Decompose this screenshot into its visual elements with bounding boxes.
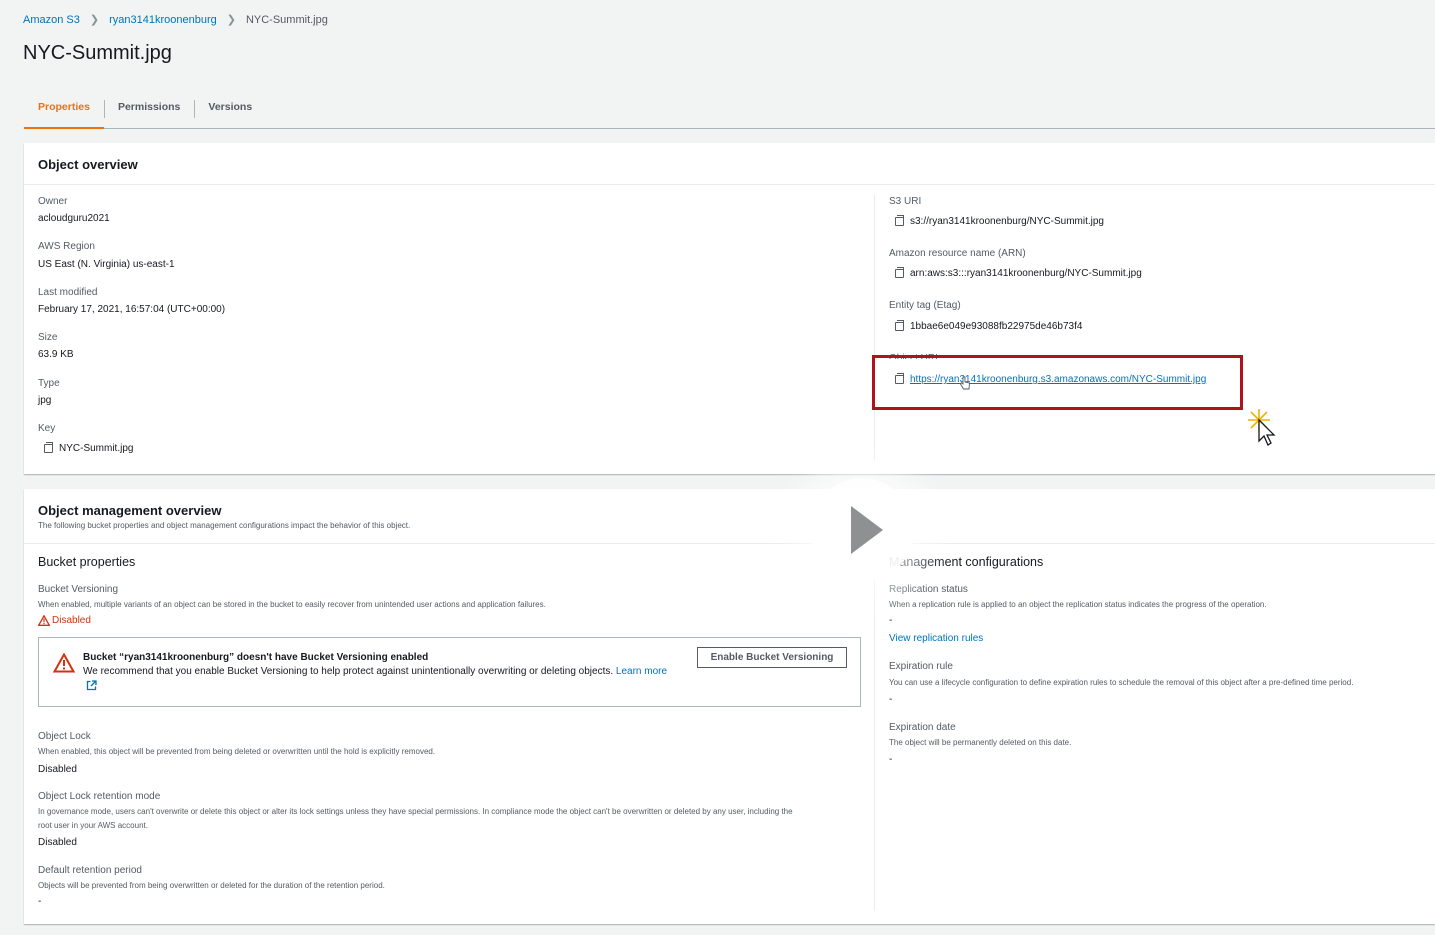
retention-period-value: - <box>38 896 42 907</box>
tab-permissions[interactable]: Permissions <box>103 92 194 128</box>
arn-value: arn:aws:s3:::ryan3141kroonenburg/NYC-Sum… <box>910 268 1142 279</box>
size-label: Size <box>38 332 58 343</box>
owner-value: acloudguru2021 <box>38 213 110 224</box>
object-management-subtitle: The following bucket properties and obje… <box>38 521 411 530</box>
key-row: NYC-Summit.jpg <box>38 442 134 454</box>
chevron-right-icon: ❯ <box>89 14 100 26</box>
object-overview-title: Object overview <box>38 157 138 172</box>
retention-period-desc: Objects will be prevented from being ove… <box>38 881 385 890</box>
object-overview-header: Object overview <box>24 143 1435 185</box>
copy-icon[interactable] <box>895 267 904 278</box>
play-icon <box>851 506 883 554</box>
object-overview-panel: Object overview Owner acloudguru2021 AWS… <box>24 143 1435 474</box>
enable-bucket-versioning-button[interactable]: Enable Bucket Versioning <box>697 647 847 668</box>
column-divider <box>874 553 875 911</box>
replication-status-value: - <box>889 615 893 626</box>
owner-label: Owner <box>38 196 68 207</box>
versioning-warning-body: We recommend that you enable Bucket Vers… <box>83 666 667 677</box>
breadcrumb-bucket-link[interactable]: ryan3141kroonenburg <box>109 14 217 26</box>
etag-label: Entity tag (Etag) <box>889 300 961 311</box>
s3-uri-label: S3 URI <box>889 196 922 207</box>
last-modified-value: February 17, 2021, 16:57:04 (UTC+00:00) <box>38 304 226 315</box>
page-title: NYC-Summit.jpg <box>23 42 172 64</box>
bucket-versioning-status-text: Disabled <box>52 615 91 626</box>
retention-mode-desc: In governance mode, users can't overwrit… <box>38 807 793 816</box>
bucket-versioning-label: Bucket Versioning <box>38 584 119 595</box>
retention-mode-label: Object Lock retention mode <box>38 791 161 802</box>
region-value: US East (N. Virginia) us-east-1 <box>38 259 175 270</box>
object-management-panel: Object management overview The following… <box>24 489 1435 924</box>
region-label: AWS Region <box>38 241 95 252</box>
object-lock-label: Object Lock <box>38 731 91 742</box>
bucket-properties-title: Bucket properties <box>38 555 136 569</box>
versioning-warning-alert: Bucket “ryan3141kroonenburg” doesn't hav… <box>38 637 861 707</box>
expiration-date-desc: The object will be permanently deleted o… <box>889 738 1072 747</box>
object-management-header: Object management overview The following… <box>24 489 1435 544</box>
type-value: jpg <box>38 395 52 406</box>
object-lock-desc: When enabled, this object will be preven… <box>38 747 436 756</box>
expiration-date-label: Expiration date <box>889 722 956 733</box>
type-label: Type <box>38 378 60 389</box>
expiration-rule-value: - <box>889 694 893 705</box>
tab-properties[interactable]: Properties <box>24 92 104 129</box>
object-management-title: Object management overview <box>38 503 222 518</box>
video-play-button[interactable] <box>810 478 914 582</box>
bucket-versioning-desc: When enabled, multiple variants of an ob… <box>38 600 546 609</box>
breadcrumb-current: NYC-Summit.jpg <box>245 13 328 26</box>
breadcrumb-root-link[interactable]: Amazon S3 <box>23 14 80 26</box>
etag-value: 1bbae6e049e93088fb22975de46b73f4 <box>910 321 1083 332</box>
view-replication-rules-link[interactable]: View replication rules <box>889 633 983 644</box>
s3-uri-value: s3://ryan3141kroonenburg/NYC-Summit.jpg <box>910 216 1104 227</box>
bucket-versioning-status: Disabled <box>38 615 91 626</box>
last-modified-label: Last modified <box>38 287 98 298</box>
object-lock-value: Disabled <box>38 764 77 775</box>
copy-icon[interactable] <box>44 442 53 453</box>
hand-cursor-icon <box>959 376 970 390</box>
copy-icon[interactable] <box>895 320 904 331</box>
tab-bar: Properties Permissions Versions <box>24 92 1435 129</box>
size-value: 63.9 KB <box>38 349 74 360</box>
versioning-warning-title: Bucket “ryan3141kroonenburg” doesn't hav… <box>83 652 429 663</box>
tab-versions[interactable]: Versions <box>194 92 266 128</box>
management-configurations-title: Management configurations <box>889 555 1044 569</box>
expiration-rule-desc: You can use a lifecycle configuration to… <box>889 678 1354 687</box>
replication-status-desc: When a replication rule is applied to an… <box>889 600 1267 609</box>
warning-icon <box>38 615 50 626</box>
etag-row: 1bbae6e049e93088fb22975de46b73f4 <box>889 320 1083 332</box>
arn-row: arn:aws:s3:::ryan3141kroonenburg/NYC-Sum… <box>889 267 1142 279</box>
object-url-highlight <box>872 355 1243 410</box>
breadcrumb: Amazon S3 ❯ ryan3141kroonenburg ❯ NYC-Su… <box>23 13 328 27</box>
key-value: NYC-Summit.jpg <box>59 443 134 454</box>
retention-mode-value: Disabled <box>38 837 77 848</box>
learn-more-link[interactable]: Learn more <box>616 666 667 677</box>
arn-label: Amazon resource name (ARN) <box>889 248 1026 259</box>
column-divider <box>874 195 875 461</box>
expiration-rule-label: Expiration rule <box>889 661 953 672</box>
chevron-right-icon: ❯ <box>226 14 236 26</box>
versioning-warning-text: We recommend that you enable Bucket Vers… <box>83 666 614 677</box>
key-label: Key <box>38 423 56 434</box>
s3-uri-row: s3://ryan3141kroonenburg/NYC-Summit.jpg <box>889 215 1104 227</box>
retention-period-label: Default retention period <box>38 865 142 876</box>
replication-status-label: Replication status <box>889 584 968 595</box>
warning-icon <box>53 653 75 673</box>
retention-mode-desc-2: root user in your AWS account. <box>38 821 148 830</box>
cursor-click-icon <box>1248 409 1276 446</box>
expiration-date-value: - <box>889 754 893 765</box>
external-link-icon[interactable] <box>86 680 97 691</box>
copy-icon[interactable] <box>895 215 904 226</box>
